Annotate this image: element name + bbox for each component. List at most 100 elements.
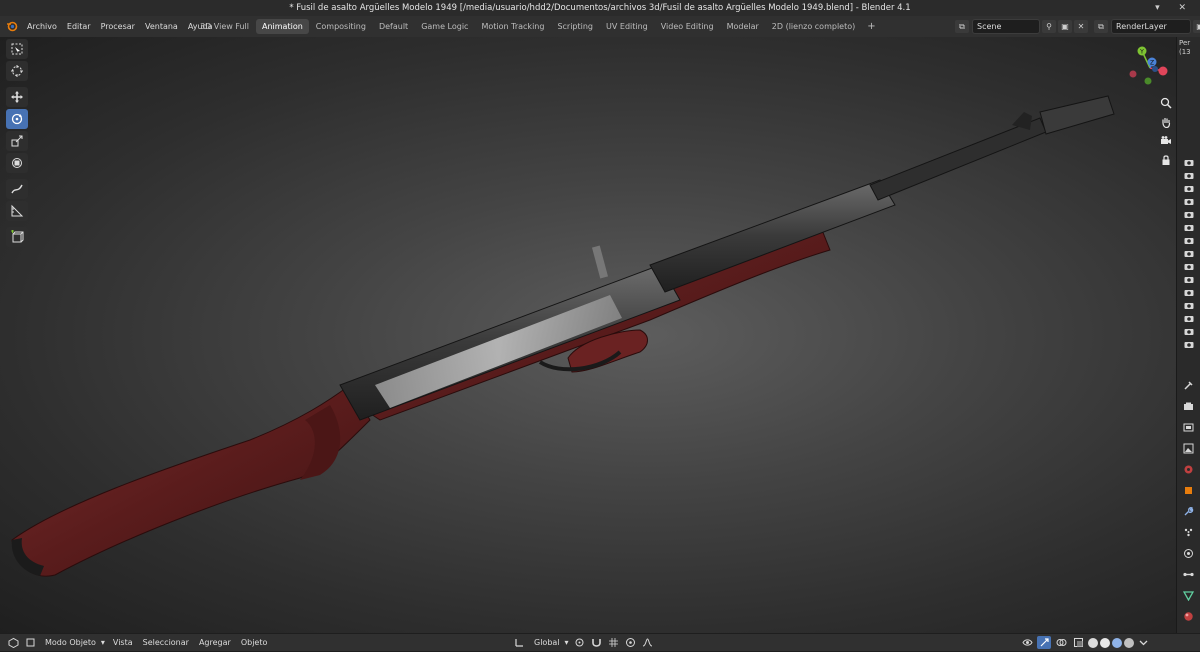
rifle-model[interactable]: [0, 37, 1176, 633]
3d-viewport[interactable]: Y Z: [0, 37, 1176, 633]
camera-icon: [1184, 289, 1194, 296]
tab-animation[interactable]: Animation: [256, 19, 309, 34]
tab-3d-view-full[interactable]: 3D View Full: [194, 19, 255, 34]
camera-visibility-toggle[interactable]: [1183, 313, 1195, 323]
proportional-edit-icon: [626, 638, 636, 647]
menu-archivo[interactable]: Archivo: [22, 16, 62, 37]
scene-name-field[interactable]: Scene: [972, 19, 1040, 34]
add-workspace-button[interactable]: +: [862, 19, 880, 34]
add-cube-tool[interactable]: [6, 227, 28, 247]
menu-seleccionar[interactable]: Seleccionar: [138, 634, 194, 651]
camera-visibility-toggle[interactable]: [1183, 248, 1195, 258]
measure-tool[interactable]: [6, 201, 28, 221]
tab-default[interactable]: Default: [373, 19, 414, 34]
material-preview-button[interactable]: [1112, 637, 1122, 648]
tool-properties-tab[interactable]: [1182, 379, 1194, 391]
overlays-toggle[interactable]: [1054, 636, 1068, 649]
scene-pin-icon[interactable]: ⚲: [1042, 20, 1056, 33]
rotate-tool[interactable]: [6, 109, 28, 129]
camera-visibility-toggle[interactable]: [1183, 235, 1195, 245]
blender-logo-icon[interactable]: [6, 20, 18, 32]
camera-visibility-toggle[interactable]: [1183, 339, 1195, 349]
menu-objeto[interactable]: Objeto: [236, 634, 273, 651]
view-layer-copy-icon[interactable]: ▣: [1193, 20, 1200, 33]
chevron-down-icon: [1139, 640, 1147, 646]
scale-tool[interactable]: [6, 131, 28, 151]
transform-tool[interactable]: [6, 153, 28, 173]
cocking-handle: [591, 245, 609, 279]
scene-copy-icon[interactable]: ▣: [1058, 20, 1072, 33]
snap-toggle[interactable]: [590, 636, 604, 649]
tab-uv-editing[interactable]: UV Editing: [600, 19, 654, 34]
render-properties-tab[interactable]: [1182, 400, 1194, 412]
editor-type-icon: [8, 637, 18, 648]
rendered-shading-button[interactable]: [1124, 637, 1134, 648]
camera-visibility-toggle[interactable]: [1183, 222, 1195, 232]
pivot-point-button[interactable]: [573, 636, 587, 649]
tab-modelar[interactable]: Modelar: [721, 19, 765, 34]
camera-visibility-toggle[interactable]: [1183, 326, 1195, 336]
xray-toggle[interactable]: [1071, 636, 1085, 649]
view-layer-field[interactable]: RenderLayer: [1111, 19, 1191, 34]
select-box-tool[interactable]: [6, 39, 28, 59]
cursor-tool[interactable]: [6, 61, 28, 81]
scene-browse-icon[interactable]: ⧉: [955, 20, 969, 33]
falloff-button[interactable]: [641, 636, 655, 649]
mode-selector[interactable]: Modo Objeto: [40, 634, 101, 651]
camera-visibility-toggle[interactable]: [1183, 196, 1195, 206]
window-controls[interactable]: ▾ ✕: [1155, 0, 1194, 16]
physics-properties-tab[interactable]: [1182, 547, 1194, 559]
particles-properties-tab[interactable]: [1182, 526, 1194, 538]
camera-visibility-toggle[interactable]: [1183, 261, 1195, 271]
tab-game-logic[interactable]: Game Logic: [415, 19, 474, 34]
tab-2d-lienzo[interactable]: 2D (lienzo completo): [766, 19, 861, 34]
camera-icon: [1184, 185, 1194, 192]
snap-target-button[interactable]: [607, 636, 621, 649]
camera-visibility-toggle[interactable]: [1183, 183, 1195, 193]
tab-scripting[interactable]: Scripting: [551, 19, 599, 34]
camera-visibility-toggle[interactable]: [1183, 287, 1195, 297]
data-properties-tab[interactable]: [1182, 589, 1194, 601]
object-properties-tab[interactable]: [1182, 484, 1194, 496]
select-box-icon: [11, 43, 23, 55]
menu-editar[interactable]: Editar: [62, 16, 96, 37]
camera-view-button[interactable]: [1158, 133, 1174, 149]
menu-ventana[interactable]: Ventana: [140, 16, 183, 37]
gizmo-toggle[interactable]: [1037, 636, 1051, 649]
editor-type-button[interactable]: [6, 636, 20, 649]
solid-shading-button[interactable]: [1100, 637, 1110, 648]
scene-delete-icon[interactable]: ✕: [1074, 20, 1088, 33]
tab-video-editing[interactable]: Video Editing: [655, 19, 720, 34]
pan-button[interactable]: [1158, 114, 1174, 130]
viewport-navigation: [1158, 95, 1174, 171]
camera-visibility-toggle[interactable]: [1183, 170, 1195, 180]
wireframe-shading-button[interactable]: [1088, 637, 1098, 648]
camera-visibility-toggle[interactable]: [1183, 209, 1195, 219]
constraints-properties-tab[interactable]: [1182, 568, 1194, 580]
scene-properties-tab[interactable]: [1182, 463, 1194, 475]
navigation-gizmo[interactable]: Y Z: [1125, 43, 1175, 93]
shading-options-button[interactable]: [1136, 636, 1150, 649]
output-properties-tab[interactable]: [1182, 421, 1194, 433]
camera-visibility-toggle[interactable]: [1183, 157, 1195, 167]
camera-visibility-toggle[interactable]: [1183, 274, 1195, 284]
camera-visibility-toggle[interactable]: [1183, 300, 1195, 310]
view-layer-properties-tab[interactable]: [1182, 442, 1194, 454]
annotate-tool[interactable]: [6, 179, 28, 199]
tab-compositing[interactable]: Compositing: [310, 19, 372, 34]
menu-agregar[interactable]: Agregar: [194, 634, 236, 651]
proportional-editing-toggle[interactable]: [624, 636, 638, 649]
material-properties-tab[interactable]: [1182, 610, 1194, 622]
render-icon: [1183, 402, 1193, 410]
visibility-button[interactable]: [1020, 636, 1034, 649]
modifier-properties-tab[interactable]: [1182, 505, 1194, 517]
tab-motion-tracking[interactable]: Motion Tracking: [475, 19, 550, 34]
zoom-button[interactable]: [1158, 95, 1174, 111]
transform-orientation-select[interactable]: Global: [529, 634, 565, 651]
move-tool[interactable]: [6, 87, 28, 107]
menu-procesar[interactable]: Procesar: [96, 16, 140, 37]
lock-view-button[interactable]: [1158, 152, 1174, 168]
menu-vista[interactable]: Vista: [108, 634, 138, 651]
material-icon: [1183, 611, 1193, 621]
view-layer-browse-icon[interactable]: ⧉: [1094, 20, 1108, 33]
